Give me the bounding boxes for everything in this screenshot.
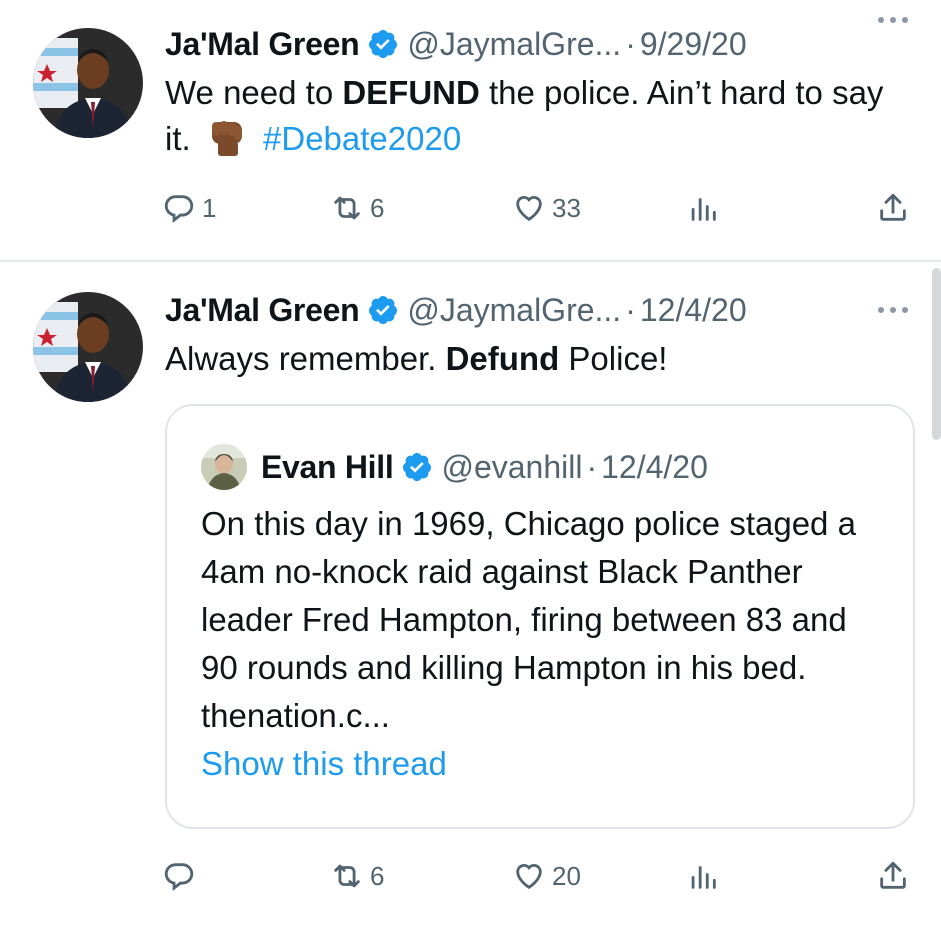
tweet-text: We need to DEFUND the police. Ain’t hard…: [165, 70, 891, 162]
views-icon: [691, 866, 716, 889]
tweet-date[interactable]: 9/29/20: [640, 26, 747, 63]
reply-icon: [164, 195, 194, 223]
retweet-button[interactable]: 6: [330, 188, 384, 228]
retweet-button[interactable]: 6: [330, 856, 384, 896]
author-name[interactable]: Ja'Mal Green: [165, 26, 360, 63]
quoted-tweet-date[interactable]: 12/4/20: [601, 449, 708, 486]
separator-dot: ·: [586, 448, 598, 485]
text-segment: We need to: [165, 74, 343, 111]
quoted-tweet-text: On this day in 1969, Chicago police stag…: [201, 500, 883, 788]
author-handle[interactable]: @JaymalGre...: [407, 292, 621, 329]
text-bold: DEFUND: [342, 74, 480, 111]
separator-dot: ·: [625, 291, 636, 328]
text-bold: Defund: [445, 340, 560, 377]
views-button[interactable]: [686, 856, 720, 896]
tweet-header: Ja'Mal Green @JaymalGre... · 12/4/20: [165, 288, 921, 332]
reply-button[interactable]: 1: [162, 188, 216, 228]
action-bar: 6 20: [0, 856, 941, 896]
more-icon[interactable]: [875, 304, 911, 316]
hashtag-link[interactable]: #Debate2020: [263, 120, 461, 157]
avatar[interactable]: [33, 292, 143, 402]
verified-badge-icon: [369, 30, 398, 59]
author-handle[interactable]: @JaymalGre...: [407, 26, 621, 63]
tweet-1[interactable]: Ja'Mal Green @JaymalGre... · 9/29/20 We …: [0, 0, 941, 260]
heart-icon: [516, 196, 542, 222]
like-count: 20: [552, 860, 581, 891]
retweet-icon: [334, 864, 360, 888]
like-count: 33: [552, 192, 581, 223]
separator-dot: ·: [625, 25, 636, 62]
raised-fist-emoji: [211, 121, 242, 156]
share-button[interactable]: [876, 188, 910, 228]
avatar[interactable]: [33, 28, 143, 138]
share-icon: [880, 193, 906, 221]
text-segment: Always remember.: [165, 340, 446, 377]
text-segment: Police!: [559, 340, 668, 377]
author-name[interactable]: Ja'Mal Green: [165, 292, 360, 329]
views-button[interactable]: [686, 188, 720, 228]
retweet-count: 6: [370, 192, 385, 223]
share-button[interactable]: [876, 856, 910, 896]
show-thread-link[interactable]: Show this thread: [201, 740, 883, 788]
retweet-icon: [334, 196, 360, 220]
quoted-author-handle[interactable]: @evanhill: [441, 449, 582, 486]
share-icon: [880, 861, 906, 889]
action-bar: 1 6 33: [0, 188, 941, 228]
tweet-2[interactable]: Ja'Mal Green @JaymalGre... · 12/4/20 Alw…: [0, 262, 941, 930]
quoted-avatar[interactable]: [201, 444, 247, 490]
more-icon[interactable]: [875, 14, 911, 26]
tweet-header: Ja'Mal Green @JaymalGre... · 9/29/20: [165, 22, 921, 66]
tweet-date[interactable]: 12/4/20: [640, 292, 747, 329]
reply-icon: [164, 863, 194, 891]
views-icon: [691, 198, 716, 221]
verified-badge-icon: [403, 453, 432, 482]
like-button[interactable]: 33: [512, 188, 581, 228]
like-button[interactable]: 20: [512, 856, 581, 896]
retweet-count: 6: [370, 860, 385, 891]
tweet-text: Always remember. Defund Police!: [165, 336, 891, 382]
heart-icon: [516, 864, 542, 890]
reply-button[interactable]: [162, 856, 202, 896]
scrollbar[interactable]: [932, 268, 941, 440]
quoted-tweet[interactable]: Evan Hill @evanhill · 12/4/20 On this da…: [165, 404, 915, 829]
quoted-author-name[interactable]: Evan Hill: [261, 449, 394, 486]
verified-badge-icon: [369, 296, 398, 325]
quoted-text-body: On this day in 1969, Chicago police stag…: [201, 505, 856, 734]
reply-count: 1: [202, 192, 217, 223]
quoted-tweet-header: Evan Hill @evanhill · 12/4/20: [201, 444, 708, 490]
